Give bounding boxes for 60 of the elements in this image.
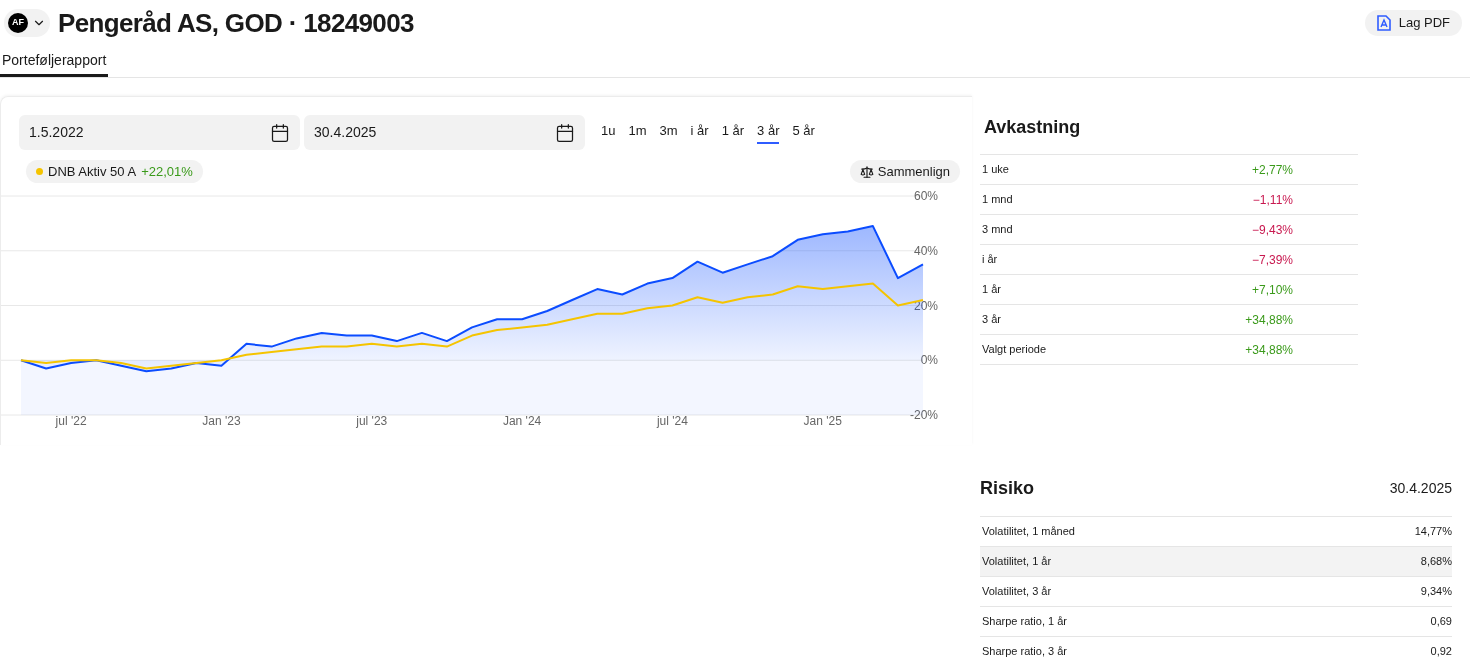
y-axis-label: 40%: [913, 243, 938, 258]
row-label: Volatilitet, 3 år: [982, 584, 1052, 600]
row-label: Valgt periode: [982, 342, 1047, 358]
x-axis-label: Jan '23: [202, 414, 241, 428]
row-label: 3 mnd: [982, 222, 1014, 238]
date-field[interactable]: 1.5.2022: [19, 115, 300, 150]
y-axis-label: 20%: [913, 298, 938, 313]
risk-date: 30.4.2025: [1389, 479, 1452, 498]
period-tab[interactable]: i år: [690, 121, 709, 144]
row-label: 3 år: [982, 312, 1002, 328]
period-tab[interactable]: 1u: [601, 121, 616, 144]
scale-icon: [859, 164, 874, 179]
y-axis-label: 60%: [913, 189, 938, 203]
return-value: +2,77%: [1250, 161, 1293, 179]
tab[interactable]: Porteføljerapport: [0, 46, 109, 77]
return-value: +7,10%: [1250, 281, 1293, 299]
compare-button[interactable]: Sammenlign: [849, 160, 960, 183]
avatar: AF: [8, 13, 28, 33]
row-label: i år: [982, 252, 999, 268]
risk-value: 14,77%: [1414, 524, 1452, 540]
row-label: Sharpe ratio, 3 år: [982, 644, 1067, 660]
section-title: Risiko: [980, 477, 1035, 500]
y-axis-label: -20%: [910, 408, 938, 422]
x-axis-label: jul '23: [356, 414, 388, 428]
pdf-file-icon: [1376, 15, 1391, 31]
risk-value: 0,92: [1430, 644, 1452, 660]
calendar-icon: [555, 122, 575, 143]
x-axis-label: Jan '25: [803, 414, 842, 428]
x-axis-label: jul '22: [55, 414, 87, 428]
page-title: Pengeråd AS, GOD · 18249003: [58, 6, 414, 40]
return-value: −9,43%: [1250, 221, 1293, 239]
row-label: Volatilitet, 1 måned: [982, 524, 1075, 540]
row-label: 1 år: [982, 282, 1002, 298]
risk-value: 8,68%: [1420, 554, 1452, 570]
return-value: +34,88%: [1244, 311, 1293, 329]
period-tab[interactable]: 3 år: [757, 121, 780, 144]
risk-value: 0,69: [1430, 614, 1452, 630]
return-value: −7,39%: [1250, 251, 1293, 269]
date-field[interactable]: 30.4.2025: [304, 115, 585, 150]
x-axis-label: Jan '24: [502, 414, 542, 428]
return-value: +34,88%: [1244, 341, 1293, 359]
section-title: Avkastning: [984, 116, 1082, 139]
x-axis-label: jul '24: [656, 414, 688, 428]
return-value: −1,11%: [1251, 191, 1293, 209]
account-switcher[interactable]: AF: [4, 9, 50, 37]
period-tab[interactable]: 1 år: [721, 121, 745, 144]
period-tab[interactable]: 3m: [659, 121, 678, 144]
row-label: 1 uke: [982, 162, 1010, 178]
row-label: Volatilitet, 1 år: [982, 554, 1052, 570]
risk-value: 9,34%: [1420, 584, 1452, 600]
calendar-icon: [270, 122, 290, 143]
row-label: Sharpe ratio, 1 år: [982, 614, 1067, 630]
row-label: 1 mnd: [982, 192, 1014, 208]
period-tab[interactable]: 5 år: [792, 121, 815, 144]
legend-label: DNB Aktiv 50 A: [48, 162, 137, 181]
risk-row[interactable]: Volatilitet, 1 år 8,68%: [980, 547, 1452, 577]
period-tab[interactable]: 1m: [628, 121, 647, 144]
y-axis-label: 0%: [920, 353, 938, 368]
legend-value: +22,01%: [141, 162, 193, 181]
pdf-button[interactable]: Lag PDF: [1364, 10, 1462, 36]
